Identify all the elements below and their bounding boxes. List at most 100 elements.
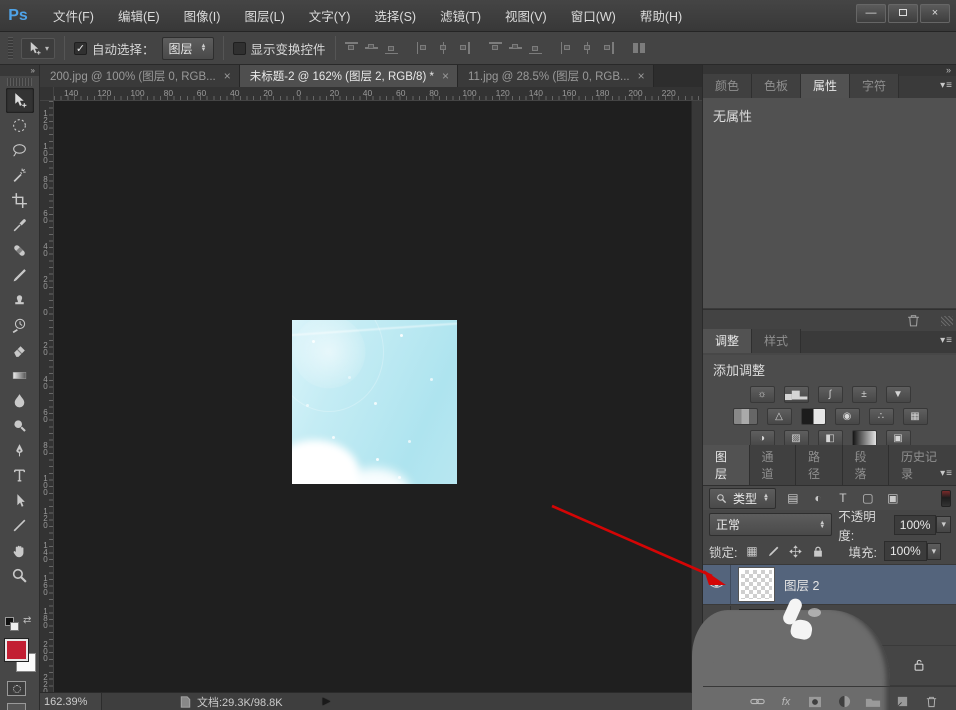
- tab-layers[interactable]: 图层: [703, 445, 750, 486]
- foreground-color-swatch[interactable]: [5, 639, 28, 661]
- brush-tool[interactable]: [6, 263, 34, 288]
- type-tool[interactable]: [6, 463, 34, 488]
- close-icon[interactable]: ×: [224, 69, 231, 83]
- tab-history[interactable]: 历史记录: [889, 445, 956, 486]
- layer-mask-icon[interactable]: [807, 695, 823, 709]
- menu-item-6[interactable]: 滤镜(T): [429, 2, 492, 29]
- show-transform-checkbox[interactable]: [232, 41, 246, 55]
- type-filter-icon[interactable]: T: [835, 490, 851, 506]
- new-group-icon[interactable]: [865, 695, 881, 709]
- color-lookup-adjustment-icon[interactable]: ▦: [902, 408, 928, 425]
- status-menu-arrow[interactable]: ▶: [323, 696, 331, 707]
- lock-all-icon[interactable]: [810, 544, 825, 559]
- tab-color[interactable]: 颜色: [703, 74, 753, 98]
- filter-toggle-switch[interactable]: [941, 489, 951, 507]
- layer-name[interactable]: 图层 2: [784, 575, 819, 594]
- dist-left-button[interactable]: [560, 42, 574, 54]
- close-button[interactable]: ×: [920, 4, 950, 23]
- quick-mask-button[interactable]: [7, 681, 26, 696]
- menu-item-8[interactable]: 窗口(W): [560, 2, 627, 29]
- trash-icon[interactable]: [906, 313, 921, 328]
- curves-adjustment-icon[interactable]: ∫: [817, 386, 843, 403]
- layer-row-2[interactable]: 图层 2: [703, 565, 956, 605]
- history-brush-tool[interactable]: [6, 313, 34, 338]
- vibrance-adjustment-icon[interactable]: ▼: [885, 386, 911, 403]
- close-icon[interactable]: ×: [442, 69, 449, 83]
- menu-item-5[interactable]: 选择(S): [363, 2, 427, 29]
- black-white-adjustment-icon[interactable]: [800, 408, 826, 425]
- menu-item-2[interactable]: 图像(I): [173, 2, 232, 29]
- dist-bottom-button[interactable]: [528, 42, 542, 54]
- lock-transparent-icon[interactable]: ▦: [744, 544, 759, 559]
- menu-item-7[interactable]: 视图(V): [494, 2, 558, 29]
- align-top-button[interactable]: [344, 42, 358, 54]
- move-tool[interactable]: [5, 88, 34, 113]
- resize-grip[interactable]: [941, 316, 953, 326]
- magic-wand-tool[interactable]: [6, 163, 34, 188]
- pixel-filter-icon[interactable]: ▤: [785, 490, 801, 506]
- line-tool[interactable]: [6, 513, 34, 538]
- tab-character[interactable]: 字符: [850, 74, 900, 98]
- align-left-button[interactable]: [416, 42, 430, 54]
- tool-preset-picker[interactable]: ▾: [21, 37, 56, 59]
- dist-vcenter-button[interactable]: [508, 42, 522, 54]
- close-icon[interactable]: ×: [638, 69, 645, 83]
- toolbox-collapse-button[interactable]: »: [0, 65, 39, 76]
- crop-tool[interactable]: [6, 188, 34, 213]
- color-balance-adjustment-icon[interactable]: △: [766, 408, 792, 425]
- adjustment-filter-icon[interactable]: ◐: [810, 490, 826, 506]
- menu-item-3[interactable]: 图层(L): [233, 2, 295, 29]
- eraser-tool[interactable]: [6, 338, 34, 363]
- exposure-adjustment-icon[interactable]: ±: [851, 386, 877, 403]
- dist-hcenter-button[interactable]: [581, 42, 594, 54]
- menu-item-0[interactable]: 文件(F): [42, 2, 105, 29]
- tab-channels[interactable]: 通道: [749, 445, 796, 486]
- layer-thumbnail[interactable]: [738, 567, 775, 602]
- lock-pixels-icon[interactable]: [766, 544, 781, 559]
- vertical-scrollbar[interactable]: [691, 101, 702, 692]
- menu-item-9[interactable]: 帮助(H): [629, 2, 693, 29]
- lock-position-icon[interactable]: [788, 544, 803, 559]
- tab-adjustments[interactable]: 调整: [703, 329, 753, 353]
- dist-right-button[interactable]: [601, 42, 614, 54]
- hue-saturation-adjustment-icon[interactable]: [732, 408, 758, 425]
- tab-paragraph[interactable]: 段落: [842, 445, 889, 486]
- layer-style-icon[interactable]: fx: [778, 695, 794, 709]
- screen-mode-button[interactable]: [7, 703, 26, 710]
- zoom-tool[interactable]: [6, 563, 34, 588]
- menu-item-4[interactable]: 文字(Y): [298, 2, 362, 29]
- channel-mixer-adjustment-icon[interactable]: ∴: [868, 408, 894, 425]
- align-hcenter-button[interactable]: [437, 42, 450, 54]
- align-bottom-button[interactable]: [384, 42, 398, 54]
- panel-menu-icon[interactable]: ▾≡: [940, 335, 953, 346]
- dist-top-button[interactable]: [488, 42, 502, 54]
- blur-tool[interactable]: [6, 388, 34, 413]
- fill-field[interactable]: 100% ▾: [883, 541, 942, 561]
- tab-swatches[interactable]: 色板: [752, 74, 802, 98]
- tab-properties[interactable]: 属性: [801, 74, 851, 98]
- layer-filter-type-select[interactable]: 类型 ▲ ▼: [709, 487, 776, 509]
- path-select-tool[interactable]: [6, 488, 34, 513]
- dropdown-arrow-icon[interactable]: ▾: [936, 516, 951, 533]
- tab-untitled-2[interactable]: 未标题-2 @ 162% (图层 2, RGB/8) * ×: [239, 65, 458, 87]
- link-layers-icon[interactable]: [749, 695, 765, 709]
- panel-menu-icon[interactable]: ▾≡: [940, 80, 953, 91]
- hand-tool[interactable]: [6, 538, 34, 563]
- toolbox-grip[interactable]: [7, 78, 32, 86]
- shape-filter-icon[interactable]: ▢: [860, 490, 876, 506]
- marquee-tool[interactable]: [6, 113, 34, 138]
- dodge-tool[interactable]: [6, 413, 34, 438]
- align-right-button[interactable]: [457, 42, 470, 54]
- new-layer-icon[interactable]: [894, 695, 910, 709]
- pen-tool[interactable]: [6, 438, 34, 463]
- menu-item-1[interactable]: 编辑(E): [107, 2, 171, 29]
- tab-200jpg[interactable]: 200.jpg @ 100% (图层 0, RGB... ×: [40, 65, 240, 87]
- swap-colors-icon[interactable]: ⇄: [23, 615, 31, 626]
- tab-11jpg[interactable]: 11.jpg @ 28.5% (图层 0, RGB... ×: [457, 65, 654, 87]
- healing-brush-tool[interactable]: [6, 238, 34, 263]
- minimize-button[interactable]: —: [856, 4, 886, 23]
- opacity-field[interactable]: 100% ▾: [893, 514, 951, 535]
- dropdown-arrow-icon[interactable]: ▾: [926, 542, 942, 560]
- auto-align-button[interactable]: [632, 42, 646, 54]
- smartobject-filter-icon[interactable]: ▣: [885, 490, 901, 506]
